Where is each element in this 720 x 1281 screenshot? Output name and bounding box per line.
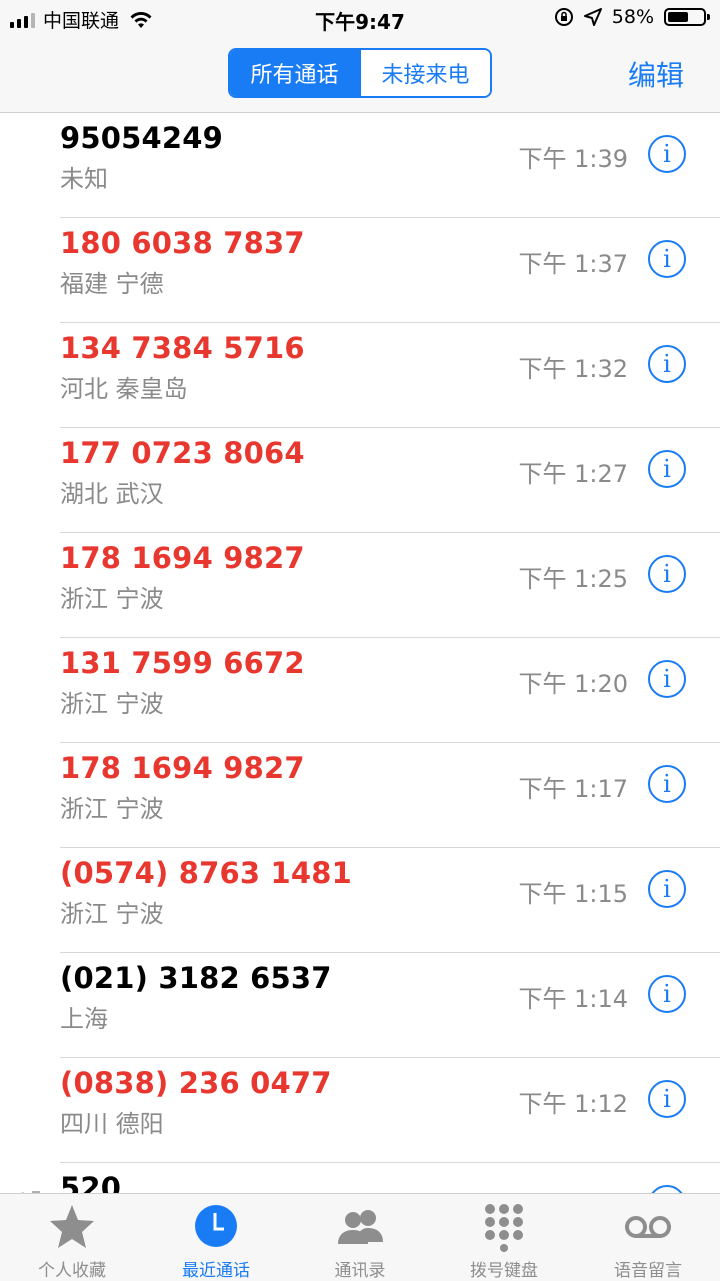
call-time: 下午 1:15 (518, 880, 628, 908)
call-time: 下午 1:32 (518, 355, 628, 383)
tab-contacts[interactable]: 通讯录 (288, 1194, 432, 1281)
call-row[interactable]: 177 0723 8064 湖北 武汉 下午 1:27 i (0, 428, 720, 533)
rotation-lock-icon (554, 8, 573, 26)
info-button[interactable]: i (648, 135, 686, 173)
call-number: 178 1694 9827 (60, 751, 305, 785)
info-button[interactable]: i (648, 660, 686, 698)
call-row[interactable]: 134 7384 5716 河北 秦皇岛 下午 1:32 i (0, 323, 720, 428)
call-filter-segmented-control: 所有通话 未接来电 (228, 48, 492, 98)
info-button[interactable]: i (648, 765, 686, 803)
call-location: 未知 (60, 165, 108, 193)
tab-label: 个人收藏 (38, 1261, 106, 1281)
clock-icon (195, 1205, 237, 1247)
call-location: 河北 秦皇岛 (60, 375, 188, 403)
status-right: 58% (554, 6, 710, 28)
call-time: 下午 1:12 (518, 1090, 628, 1118)
call-time: 下午 1:27 (518, 460, 628, 488)
call-number: 520 (60, 1171, 122, 1193)
call-time: 下午 1:37 (518, 250, 628, 278)
battery-icon (664, 8, 710, 26)
call-time: 下午 1:17 (518, 775, 628, 803)
recent-calls-list: 95054249 未知 下午 1:39 i 180 6038 7837 福建 宁德 下午 1… (0, 113, 720, 1193)
info-button[interactable]: i (648, 240, 686, 278)
tab-voicemail[interactable]: 语音留言 (576, 1194, 720, 1281)
call-number: 178 1694 9827 (60, 541, 305, 575)
info-button[interactable]: i (648, 870, 686, 908)
call-location: 湖北 武汉 (60, 480, 164, 508)
keypad-icon (485, 1204, 523, 1252)
voicemail-icon (625, 1216, 671, 1238)
star-icon (50, 1205, 94, 1248)
call-row[interactable]: (0838) 236 0477 四川 德阳 下午 1:12 i (0, 1058, 720, 1163)
battery-percent: 58% (611, 6, 654, 28)
info-button[interactable]: i (648, 345, 686, 383)
navigation-bar: 所有通话 未接来电 编辑 (0, 36, 720, 113)
call-number: 131 7599 6672 (60, 646, 305, 680)
call-time: 下午 1:39 (518, 145, 628, 173)
tab-bar: 个人收藏 最近通话 通讯录 拨号键盘 语音留言 (0, 1193, 720, 1281)
tab-recents[interactable]: 最近通话 (144, 1194, 288, 1281)
call-location: 上海 (60, 1005, 108, 1033)
tab-label: 拨号键盘 (470, 1261, 538, 1281)
tab-favorites[interactable]: 个人收藏 (0, 1194, 144, 1281)
call-number: 177 0723 8064 (60, 436, 305, 470)
call-row[interactable]: 131 7599 6672 浙江 宁波 下午 1:20 i (0, 638, 720, 743)
call-row[interactable]: (0574) 8763 1481 浙江 宁波 下午 1:15 i (0, 848, 720, 953)
call-number: (021) 3182 6537 (60, 961, 332, 995)
tab-label: 语音留言 (614, 1261, 682, 1281)
tab-keypad[interactable]: 拨号键盘 (432, 1194, 576, 1281)
call-number: (0838) 236 0477 (60, 1066, 332, 1100)
segment-all-calls[interactable]: 所有通话 (230, 50, 359, 96)
tab-label: 最近通话 (182, 1261, 250, 1281)
call-row[interactable]: 520 i (0, 1163, 720, 1193)
call-number: (0574) 8763 1481 (60, 856, 353, 890)
call-time: 下午 1:25 (518, 565, 628, 593)
call-location: 浙江 宁波 (60, 795, 164, 823)
call-time: 下午 1:20 (518, 670, 628, 698)
call-location: 浙江 宁波 (60, 585, 164, 613)
call-number: 180 6038 7837 (60, 226, 305, 260)
info-button[interactable]: i (648, 1080, 686, 1118)
segment-missed-calls[interactable]: 未接来电 (359, 50, 490, 96)
edit-button[interactable]: 编辑 (628, 54, 684, 94)
info-button[interactable]: i (648, 450, 686, 488)
call-location: 浙江 宁波 (60, 690, 164, 718)
call-row[interactable]: 95054249 未知 下午 1:39 i (0, 113, 720, 218)
call-location: 四川 德阳 (60, 1110, 164, 1138)
battery-fill (668, 12, 688, 22)
call-location: 福建 宁德 (60, 270, 164, 298)
call-location: 浙江 宁波 (60, 900, 164, 928)
call-number: 134 7384 5716 (60, 331, 305, 365)
info-button[interactable]: i (648, 555, 686, 593)
info-button[interactable]: i (648, 1185, 686, 1193)
call-number: 95054249 (60, 121, 224, 155)
call-row[interactable]: (021) 3182 6537 上海 下午 1:14 i (0, 953, 720, 1058)
location-icon (583, 8, 602, 26)
call-row[interactable]: 178 1694 9827 浙江 宁波 下午 1:17 i (0, 743, 720, 848)
call-row[interactable]: 178 1694 9827 浙江 宁波 下午 1:25 i (0, 533, 720, 638)
call-row[interactable]: 180 6038 7837 福建 宁德 下午 1:37 i (0, 218, 720, 323)
info-button[interactable]: i (648, 975, 686, 1013)
contacts-icon (338, 1210, 383, 1244)
tab-label: 通讯录 (334, 1261, 386, 1281)
status-bar: 中国联通 下午9:47 58% (0, 0, 720, 36)
call-time: 下午 1:14 (518, 985, 628, 1013)
